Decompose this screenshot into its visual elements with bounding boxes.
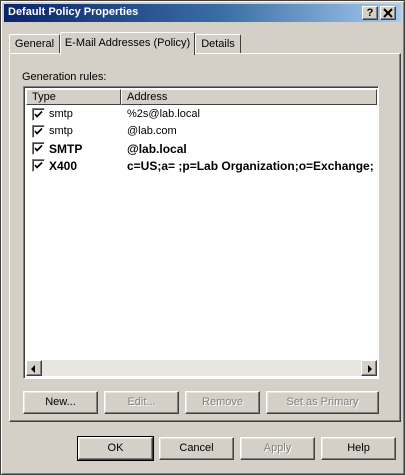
arrow-left-icon: [31, 365, 35, 373]
tab-general[interactable]: General: [9, 34, 60, 54]
title-bar[interactable]: Default Policy Properties ?: [4, 4, 401, 22]
rule-checkbox[interactable]: [32, 108, 45, 121]
list-item[interactable]: SMTP @lab.local: [26, 140, 377, 157]
help-title-button[interactable]: ?: [362, 6, 378, 20]
rule-checkbox[interactable]: [32, 159, 45, 172]
rule-type: smtp: [49, 125, 73, 137]
column-header-address[interactable]: Address: [121, 89, 377, 105]
apply-button[interactable]: Apply: [240, 437, 315, 460]
rule-address: %2s@lab.local: [127, 108, 200, 120]
scroll-right-button[interactable]: [361, 360, 377, 376]
generation-rules-list[interactable]: Type Address smtp %2s@lab.local smtp @la…: [23, 86, 379, 379]
new-button-label: New...: [45, 396, 76, 408]
horizontal-scrollbar[interactable]: [26, 360, 377, 376]
cancel-button[interactable]: Cancel: [159, 437, 234, 460]
arrow-right-icon: [368, 365, 372, 373]
checkmark-icon: [34, 110, 43, 118]
ok-button[interactable]: OK: [77, 436, 154, 461]
tab-strip: General E-Mail Addresses (Policy) Detail…: [9, 32, 401, 55]
list-item[interactable]: X400 c=US;a= ;p=Lab Organization;o=Excha…: [26, 157, 377, 174]
window-title: Default Policy Properties: [8, 6, 139, 18]
edit-button[interactable]: Edit...: [104, 391, 179, 414]
checkmark-icon: [34, 127, 43, 135]
close-title-button[interactable]: [380, 6, 396, 20]
dialog-window: Default Policy Properties ? General E-Ma…: [0, 0, 405, 475]
rule-type: X400: [49, 159, 78, 173]
rule-type: SMTP: [49, 142, 83, 156]
rule-address: @lab.com: [127, 125, 177, 137]
rule-type: smtp: [49, 108, 73, 120]
close-icon: [383, 8, 393, 18]
scroll-left-button[interactable]: [26, 360, 42, 376]
list-header: Type Address: [26, 89, 377, 105]
help-button[interactable]: Help: [321, 437, 396, 460]
rule-address: @lab.local: [127, 142, 187, 156]
checkmark-icon: [34, 161, 43, 169]
tab-details[interactable]: Details: [195, 34, 241, 54]
generation-rules-label: Generation rules:: [22, 71, 107, 83]
checkmark-icon: [34, 144, 43, 152]
set-as-primary-button[interactable]: Set as Primary: [266, 391, 379, 414]
rule-checkbox[interactable]: [32, 142, 45, 155]
tab-email-addresses-policy[interactable]: E-Mail Addresses (Policy): [60, 32, 195, 55]
rule-checkbox[interactable]: [32, 125, 45, 138]
remove-button[interactable]: Remove: [185, 391, 260, 414]
rule-address: c=US;a= ;p=Lab Organization;o=Exchange;: [127, 159, 374, 173]
list-item[interactable]: smtp @lab.com: [26, 123, 377, 140]
list-item[interactable]: smtp %2s@lab.local: [26, 106, 377, 123]
list-rows: smtp %2s@lab.local smtp @lab.com SMTP @l…: [26, 106, 377, 174]
column-header-type[interactable]: Type: [26, 89, 121, 105]
new-button[interactable]: New...: [23, 391, 98, 414]
